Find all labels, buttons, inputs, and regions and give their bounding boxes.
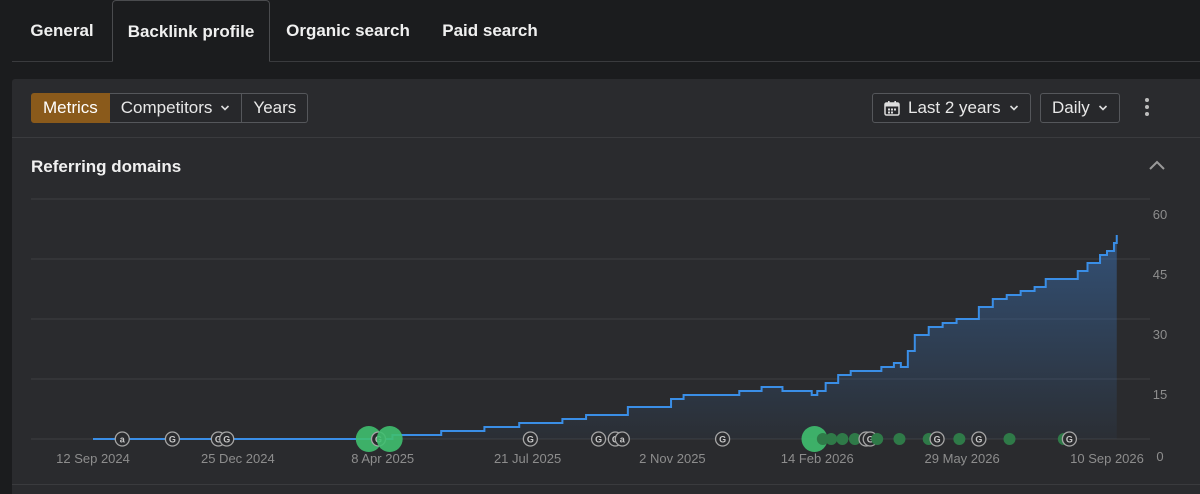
x-tick-label: 12 Sep 2024 bbox=[56, 451, 130, 466]
x-tick-label: 10 Sep 2026 bbox=[1070, 451, 1144, 466]
google-update-icon: G bbox=[934, 435, 941, 445]
referring-domains-chart: 60 45 30 15 0 12 Sep 2024 25 Dec 2024 8 Apr 202… bbox=[31, 198, 1167, 466]
competitors-label: Competitors bbox=[120, 98, 213, 117]
backlink-panel: Metrics Competitors Years Last 2 years D… bbox=[12, 79, 1200, 494]
more-options-icon[interactable] bbox=[1138, 96, 1156, 120]
date-range-label: Last 2 years bbox=[908, 98, 1001, 117]
y-tick-label: 60 bbox=[1153, 207, 1167, 222]
chevron-down-icon bbox=[1098, 105, 1107, 111]
calendar-icon bbox=[884, 101, 900, 116]
panel-divider bbox=[12, 484, 1200, 485]
google-update-icon: G bbox=[169, 435, 176, 445]
event-marker bbox=[893, 433, 906, 445]
years-label: Years bbox=[253, 98, 297, 117]
google-update-icon: G bbox=[975, 435, 982, 445]
view-segmented-control: Metrics Competitors Years bbox=[31, 93, 309, 123]
interval-dropdown[interactable]: Daily bbox=[1040, 93, 1120, 123]
x-tick-label: 29 May 2026 bbox=[925, 451, 1000, 466]
competitors-dropdown[interactable]: Competitors bbox=[109, 93, 243, 123]
chevron-down-icon bbox=[221, 105, 230, 111]
google-update-icon: G bbox=[223, 435, 230, 445]
event-marker bbox=[1003, 433, 1016, 445]
y-tick-label: 0 bbox=[1156, 449, 1163, 464]
event-marker bbox=[871, 433, 884, 445]
google-update-icon: G bbox=[719, 435, 726, 445]
x-tick-label: 2 Nov 2025 bbox=[639, 451, 706, 466]
x-tick-label: 14 Feb 2026 bbox=[781, 451, 854, 466]
x-tick-label: 8 Apr 2025 bbox=[351, 451, 414, 466]
x-tick-label: 21 Jul 2025 bbox=[494, 451, 561, 466]
y-tick-label: 45 bbox=[1153, 267, 1167, 282]
event-marker bbox=[825, 433, 838, 445]
tab-backlink-profile[interactable]: Backlink profile bbox=[112, 0, 270, 62]
google-update-icon: G bbox=[595, 435, 602, 445]
metrics-button[interactable]: Metrics bbox=[31, 93, 110, 123]
date-range-dropdown[interactable]: Last 2 years bbox=[872, 93, 1031, 123]
tab-general[interactable]: General bbox=[12, 0, 112, 61]
google-update-icon: G bbox=[1066, 435, 1073, 445]
area-fill bbox=[93, 235, 1117, 439]
tab-bar: General Backlink profile Organic search … bbox=[12, 0, 1200, 62]
years-button[interactable]: Years bbox=[242, 93, 309, 123]
chevron-down-icon bbox=[1009, 105, 1018, 111]
y-tick-label: 30 bbox=[1153, 327, 1167, 342]
tab-organic-search[interactable]: Organic search bbox=[270, 0, 426, 61]
interval-label: Daily bbox=[1052, 98, 1090, 117]
event-marker bbox=[953, 433, 966, 445]
y-tick-label: 15 bbox=[1153, 387, 1167, 402]
section-title: Referring domains bbox=[31, 157, 182, 176]
chart-toolbar: Metrics Competitors Years Last 2 years D… bbox=[12, 79, 1200, 138]
chevron-up-icon[interactable] bbox=[1146, 157, 1168, 175]
tab-paid-search[interactable]: Paid search bbox=[426, 0, 554, 61]
google-update-icon: G bbox=[527, 435, 534, 445]
metrics-label: Metrics bbox=[43, 98, 98, 117]
event-marker-large bbox=[376, 426, 403, 452]
x-tick-label: 25 Dec 2024 bbox=[201, 451, 275, 466]
event-marker bbox=[836, 433, 849, 445]
